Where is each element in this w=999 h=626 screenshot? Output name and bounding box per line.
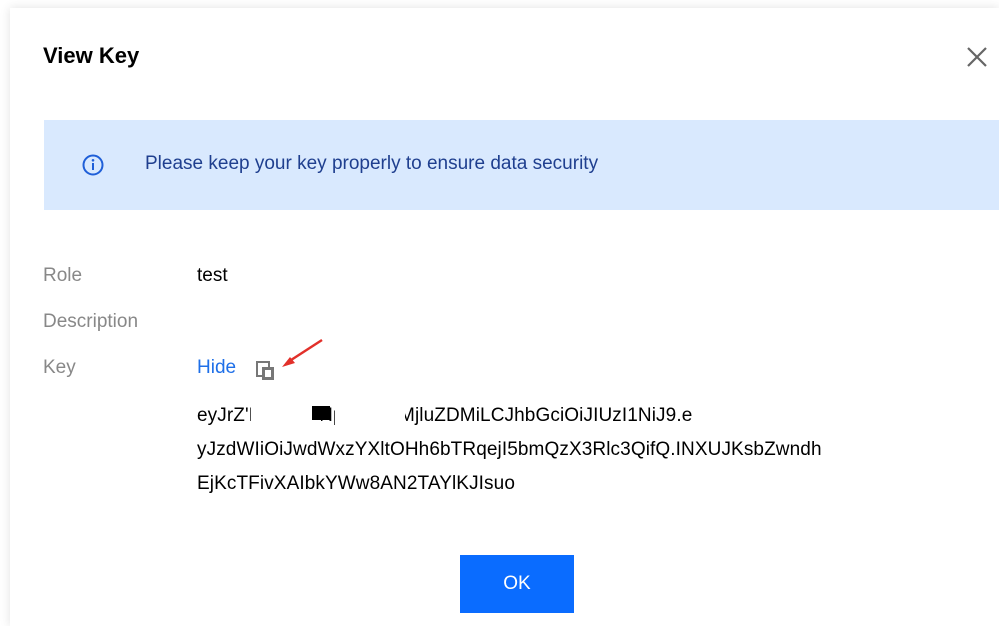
- view-key-dialog: View Key Please keep your key properly t…: [10, 8, 999, 626]
- description-label: Description: [43, 311, 139, 332]
- red-arrow-annotation: [282, 338, 323, 367]
- role-label: Role: [43, 265, 83, 286]
- key-redaction-mask: [335, 404, 405, 426]
- notice-text: Please keep your key properly to ensure …: [145, 153, 599, 174]
- security-notice: Please keep your key properly to ensure …: [44, 120, 999, 210]
- key-redaction-block: [312, 406, 330, 420]
- role-value: test: [197, 265, 228, 286]
- close-button[interactable]: [965, 45, 989, 69]
- key-value-line-3: EjKcTFivXAIbkYWw8AN2TAYlKJIsuo: [197, 473, 515, 494]
- key-redaction-mask: [251, 405, 321, 427]
- dialog-title: View Key: [43, 43, 140, 68]
- info-icon: [82, 154, 104, 176]
- ok-button[interactable]: OK: [460, 555, 574, 613]
- key-label: Key: [43, 357, 76, 378]
- copy-icon[interactable]: [255, 360, 277, 382]
- key-value-line-2: yJzdWIiOiJwdWxzYXltOHh6bTRqejI5bmQzX3Rlc…: [197, 439, 822, 460]
- hide-key-link[interactable]: Hide: [197, 357, 236, 379]
- close-icon: [967, 47, 987, 67]
